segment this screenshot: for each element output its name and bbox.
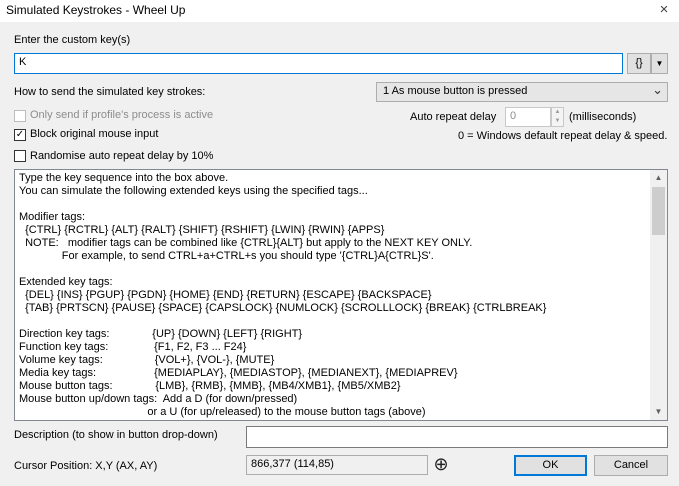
chevron-down-icon: ⌄	[652, 82, 663, 97]
scroll-down-icon[interactable]: ▼	[650, 404, 667, 420]
send-mode-select[interactable]: 1 As mouse button is pressed ⌄	[376, 82, 668, 102]
help-line: Type the key sequence into the box above…	[19, 172, 229, 184]
spinner-down-icon[interactable]: ▼	[552, 117, 563, 126]
spinner-up-icon[interactable]: ▲	[552, 108, 563, 117]
help-line: Extended key tags:	[19, 276, 113, 288]
send-mode-selected: 1 As mouse button is pressed	[383, 85, 528, 97]
help-line: Mouse button up/down tags: Add a D (for …	[19, 393, 298, 405]
help-line	[19, 198, 649, 211]
help-scrollbar[interactable]: ▲ ▼	[650, 170, 667, 420]
scroll-thumb[interactable]	[652, 187, 665, 235]
help-line: Mouse button tags: {LMB}, {RMB}, {MMB}, …	[19, 380, 401, 392]
randomise-delay-checkbox[interactable]	[14, 150, 26, 162]
help-text-box[interactable]: Type the key sequence into the box above…	[14, 169, 668, 421]
auto-repeat-note: 0 = Windows default repeat delay & speed…	[458, 130, 668, 142]
auto-repeat-input[interactable]: 0	[505, 107, 551, 127]
auto-repeat-label: Auto repeat delay	[410, 111, 497, 123]
randomise-delay-label: Randomise auto repeat delay by 10%	[30, 150, 214, 162]
help-line: or a U (for up/released) to the mouse bu…	[19, 406, 426, 418]
description-input[interactable]	[246, 426, 668, 448]
help-line	[19, 263, 649, 276]
help-line: Direction key tags: {UP} {DOWN} {LEFT} {…	[19, 328, 303, 340]
help-line: {CTRL} {RCTRL} {ALT} {RALT} {SHIFT} {RSH…	[19, 224, 385, 236]
help-line: For example, to send CTRL+a+CTRL+s you s…	[19, 250, 434, 262]
window-title: Simulated Keystrokes - Wheel Up	[6, 3, 186, 17]
help-line: NOTE: modifier tags can be combined like…	[19, 237, 473, 249]
tags-button[interactable]: {}	[627, 53, 651, 74]
help-text: Type the key sequence into the box above…	[19, 172, 649, 419]
checkmark-icon: ✓	[15, 129, 25, 140]
scroll-up-icon[interactable]: ▲	[650, 170, 667, 186]
cancel-button[interactable]: Cancel	[594, 455, 668, 476]
block-original-checkbox[interactable]: ✓	[14, 129, 26, 141]
help-line	[19, 315, 649, 328]
help-line: Volume key tags: {VOL+}, {VOL-}, {MUTE}	[19, 354, 275, 366]
only-send-checkbox[interactable]	[14, 110, 26, 122]
help-line: Media key tags: {MEDIAPLAY}, {MEDIASTOP}…	[19, 367, 458, 379]
custom-keys-label: Enter the custom key(s)	[14, 34, 131, 46]
close-icon[interactable]: ×	[649, 0, 679, 22]
ok-button[interactable]: OK	[514, 455, 587, 476]
cursor-position-value: 866,377 (114,85)	[246, 455, 428, 475]
block-original-label: Block original mouse input	[30, 128, 159, 140]
auto-repeat-units: (milliseconds)	[569, 111, 637, 123]
description-label: Description (to show in button drop-down…	[14, 429, 218, 441]
crosshair-picker-icon[interactable]: ⊕	[430, 453, 452, 475]
help-line: Function key tags: {F1, F2, F3 ... F24}	[19, 341, 247, 353]
help-line: {DEL} {INS} {PGUP} {PGDN} {HOME} {END} {…	[19, 289, 432, 301]
tags-dropdown-icon[interactable]: ▼	[651, 53, 668, 74]
help-line: Modifier tags:	[19, 211, 86, 223]
only-send-label: Only send if profile's process is active	[30, 109, 214, 121]
cursor-position-label: Cursor Position: X,Y (AX, AY)	[14, 460, 158, 472]
help-line: You can simulate the following extended …	[19, 185, 368, 197]
send-mode-label: How to send the simulated key strokes:	[14, 86, 206, 98]
help-line: {TAB} {PRTSCN} {PAUSE} {SPACE} {CAPSLOCK…	[19, 302, 547, 314]
auto-repeat-spinner[interactable]: ▲ ▼	[551, 107, 564, 127]
custom-keys-input[interactable]: K	[14, 53, 623, 74]
